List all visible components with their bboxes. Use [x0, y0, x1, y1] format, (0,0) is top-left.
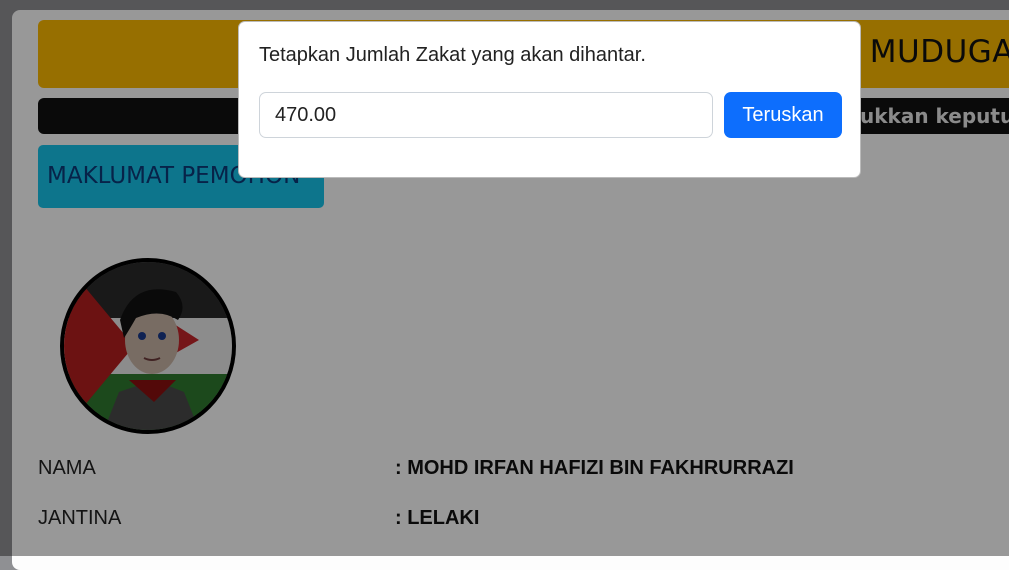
- continue-button[interactable]: Teruskan: [724, 92, 842, 138]
- dialog-message: Tetapkan Jumlah Zakat yang akan dihantar…: [259, 44, 646, 66]
- zakat-amount-dialog: Tetapkan Jumlah Zakat yang akan dihantar…: [238, 21, 861, 178]
- zakat-amount-input[interactable]: [259, 92, 713, 138]
